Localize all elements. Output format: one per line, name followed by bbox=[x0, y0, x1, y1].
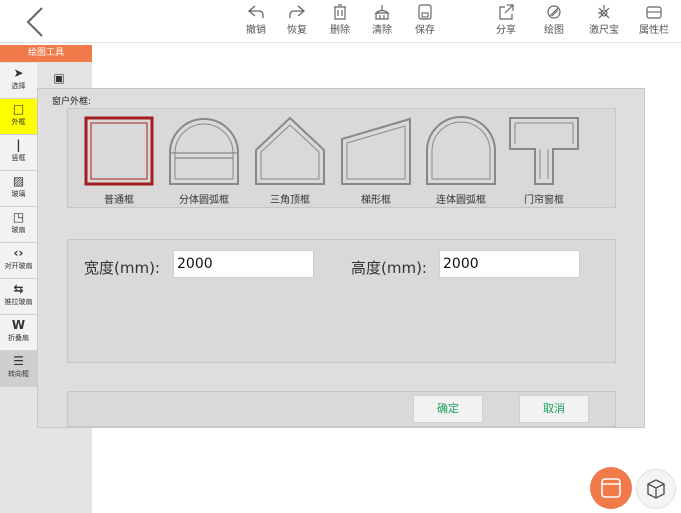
width-input[interactable]: 2000 bbox=[173, 250, 314, 278]
sash-icon: ◳ bbox=[12, 210, 25, 224]
redo-button[interactable]: 恢复 bbox=[275, 4, 319, 36]
frame-label: 三角顶框 bbox=[270, 195, 310, 206]
tool-folding-sash[interactable]: W 折叠扇 bbox=[0, 315, 37, 351]
laser-icon bbox=[598, 5, 610, 19]
undo-label: 撤销 bbox=[246, 25, 266, 36]
double-arrow-icon: ‹› bbox=[13, 246, 24, 260]
undo-button[interactable]: 撤销 bbox=[234, 4, 278, 36]
tool-outer-frame[interactable]: □ 外框 bbox=[0, 99, 37, 135]
redo-icon bbox=[289, 5, 306, 18]
frame-option-triangle-top[interactable]: 三角顶框 bbox=[252, 115, 328, 207]
tool-sash[interactable]: ◳ 玻扇 bbox=[0, 207, 37, 243]
height-label: 高度(mm): bbox=[351, 259, 427, 277]
redo-label: 恢复 bbox=[287, 25, 307, 36]
draw-icon bbox=[547, 5, 561, 19]
delete-button[interactable]: 删除 bbox=[318, 4, 362, 36]
share-icon bbox=[499, 4, 514, 20]
frame-option-split-arc[interactable]: 分体圆弧框 bbox=[166, 115, 242, 207]
top-toolbar: 撤销 恢复 删除 清除 保存 分享 绘图 激尺宝 属性栏 bbox=[0, 0, 681, 43]
grid-tool-icon: ▣ bbox=[53, 71, 65, 85]
pointer-icon: ➤ bbox=[13, 66, 24, 80]
clear-button[interactable]: 清除 bbox=[360, 4, 404, 36]
dialog-title: 窗户外框: bbox=[52, 97, 92, 107]
frame-option-door-curtain[interactable]: 门帘窗框 bbox=[506, 115, 582, 207]
3d-view-button[interactable] bbox=[636, 469, 676, 509]
tool-select[interactable]: ➤ 选择 bbox=[0, 63, 37, 99]
tool-label: 选择 bbox=[11, 82, 26, 90]
frame-label: 梯形框 bbox=[361, 195, 391, 206]
ok-button[interactable]: 确定 bbox=[413, 395, 483, 423]
window-view-button[interactable] bbox=[590, 467, 632, 509]
trapezoid-frame-icon bbox=[341, 117, 411, 185]
laser-button[interactable]: 激尺宝 bbox=[582, 4, 626, 36]
tool-vertical-frame[interactable]: | 竖框 bbox=[0, 135, 37, 171]
frame-label: 门帘窗框 bbox=[524, 195, 564, 206]
tool-turn-frame[interactable]: ☰ 转向框 bbox=[0, 351, 37, 387]
square-icon: □ bbox=[12, 102, 25, 116]
tool-label: 转向框 bbox=[8, 370, 29, 378]
share-label: 分享 bbox=[496, 25, 516, 36]
turn-frame-icon: ☰ bbox=[13, 354, 24, 368]
properties-icon bbox=[646, 6, 662, 19]
joined-arc-frame-icon bbox=[426, 116, 496, 185]
draw-button[interactable]: 绘图 bbox=[532, 4, 576, 36]
tool-label: 对开玻扇 bbox=[4, 262, 33, 270]
cube-icon bbox=[647, 479, 665, 499]
window-icon bbox=[601, 478, 621, 498]
door-curtain-frame-icon bbox=[509, 117, 579, 185]
tool-label: 推拉玻扇 bbox=[4, 298, 33, 306]
clear-label: 清除 bbox=[372, 25, 392, 36]
tool-label: 玻扇 bbox=[11, 226, 26, 234]
cancel-button[interactable]: 取消 bbox=[519, 395, 589, 423]
broom-icon bbox=[374, 5, 390, 20]
frame-label: 连体圆弧框 bbox=[436, 195, 486, 206]
frame-label: 分体圆弧框 bbox=[179, 195, 229, 206]
normal-frame-icon bbox=[84, 116, 154, 186]
tool-sliding-sash[interactable]: ⇆ 推拉玻扇 bbox=[0, 279, 37, 315]
save-label: 保存 bbox=[415, 25, 435, 36]
tool-double-sash[interactable]: ‹› 对开玻扇 bbox=[0, 243, 37, 279]
frame-option-normal[interactable]: 普通框 bbox=[81, 115, 157, 207]
save-button[interactable]: 保存 bbox=[403, 4, 447, 36]
sliding-icon: ⇆ bbox=[13, 282, 24, 296]
triangle-top-frame-icon bbox=[255, 116, 325, 185]
undo-icon bbox=[247, 5, 264, 18]
dialog-button-bar: 确定 取消 bbox=[67, 391, 616, 427]
share-button[interactable]: 分享 bbox=[484, 4, 528, 36]
glass-icon: ▨ bbox=[12, 174, 25, 188]
tool-label: 折叠扇 bbox=[8, 334, 29, 342]
vertical-bar-icon: | bbox=[16, 138, 21, 152]
split-arc-frame-icon bbox=[169, 118, 239, 185]
frame-option-trapezoid[interactable]: 梯形框 bbox=[338, 115, 414, 207]
tool-label: 竖框 bbox=[11, 154, 26, 162]
outer-frame-dialog: 窗户外框: 普通框 分体圆弧框 三角顶框 梯形框 连体圆弧框 门帘窗框 宽度(m… bbox=[37, 88, 645, 428]
trash-icon bbox=[334, 4, 346, 20]
height-input[interactable]: 2000 bbox=[439, 250, 580, 278]
back-arrow-icon[interactable] bbox=[20, 6, 50, 38]
delete-label: 删除 bbox=[330, 25, 350, 36]
frame-type-list: 普通框 分体圆弧框 三角顶框 梯形框 连体圆弧框 门帘窗框 bbox=[67, 108, 616, 208]
tool-list: ➤ 选择 □ 外框 | 竖框 ▨ 玻璃 ◳ 玻扇 ‹› 对开玻扇 ⇆ 推拉玻扇 … bbox=[0, 63, 37, 387]
fold-icon: W bbox=[11, 318, 26, 332]
save-icon bbox=[418, 4, 432, 20]
draw-label: 绘图 bbox=[544, 25, 564, 36]
secondary-tool-button[interactable]: ▣ bbox=[48, 67, 70, 89]
panel-title: 绘图工具 bbox=[0, 45, 92, 62]
laser-label: 激尺宝 bbox=[589, 25, 619, 36]
tool-label: 玻璃 bbox=[11, 190, 26, 198]
properties-button[interactable]: 属性栏 bbox=[632, 4, 676, 36]
dimensions-section: 宽度(mm): 2000 高度(mm): 2000 bbox=[67, 239, 616, 363]
width-label: 宽度(mm): bbox=[84, 259, 160, 277]
frame-option-joined-arc[interactable]: 连体圆弧框 bbox=[423, 115, 499, 207]
properties-label: 属性栏 bbox=[639, 25, 669, 36]
frame-label: 普通框 bbox=[104, 195, 134, 206]
tool-label: 外框 bbox=[11, 118, 26, 126]
tool-glass[interactable]: ▨ 玻璃 bbox=[0, 171, 37, 207]
